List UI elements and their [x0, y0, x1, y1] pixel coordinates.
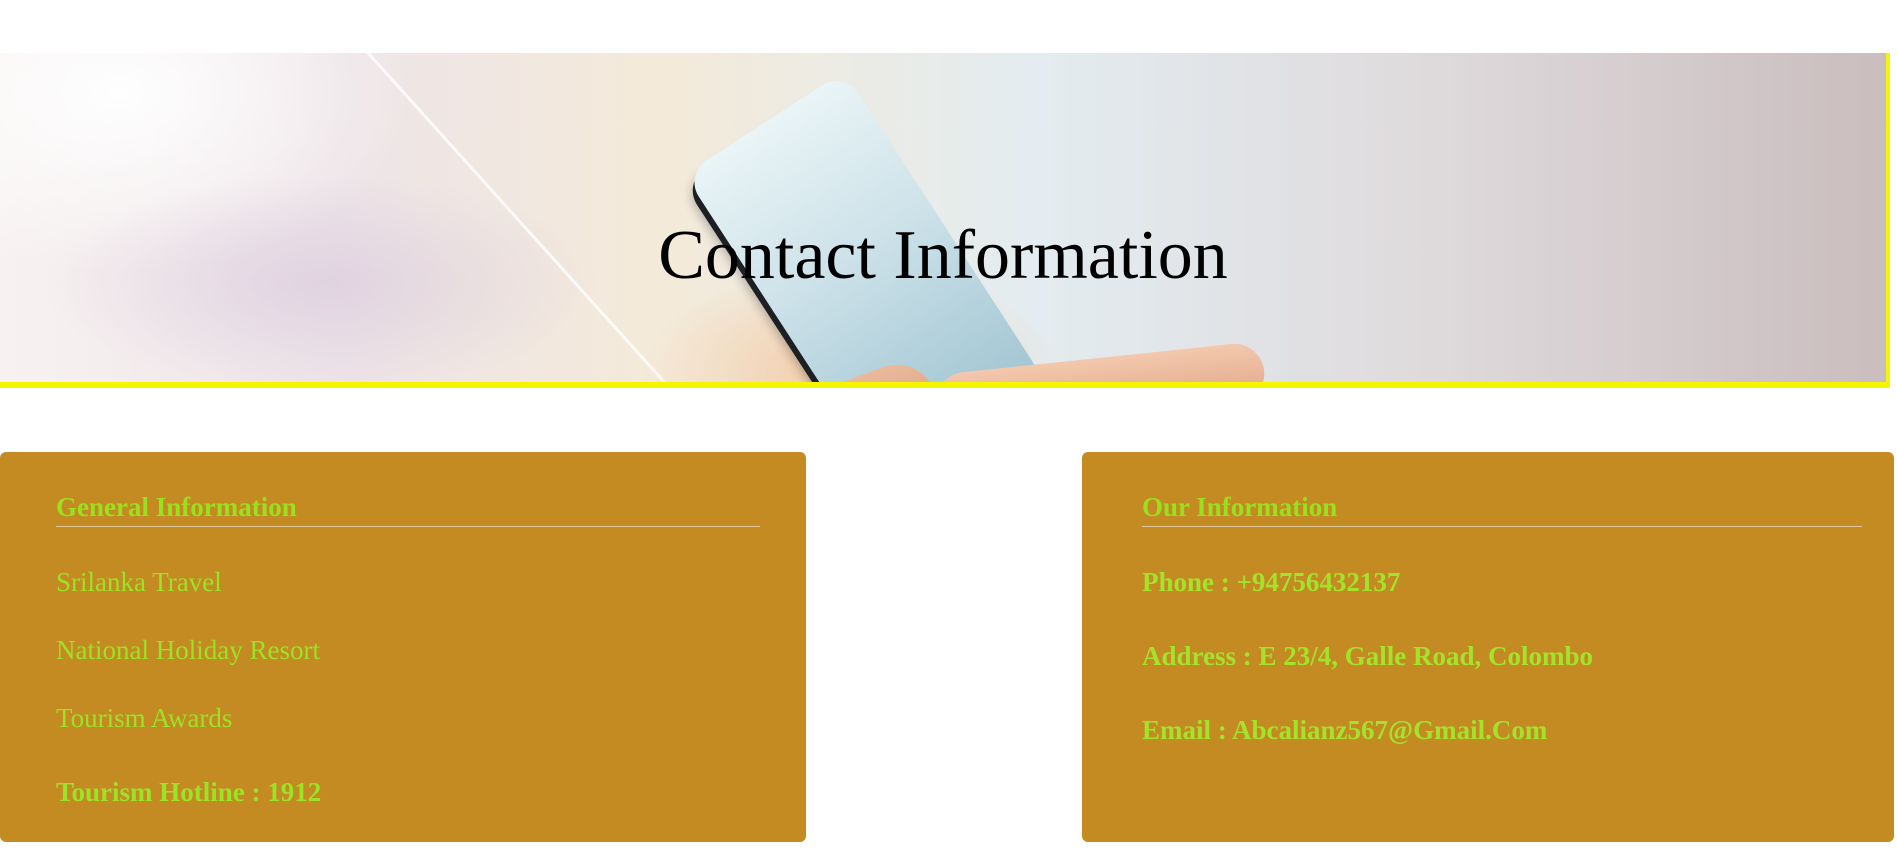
tourism-hotline: Tourism Hotline : 1912	[56, 777, 322, 807]
our-information-heading: Our Information	[1142, 492, 1338, 522]
general-information-heading: General Information	[56, 492, 297, 522]
general-item-srilanka-travel[interactable]: Srilanka Travel	[56, 567, 222, 598]
our-information-card: Our Information Phone : +94756432137 Add…	[1082, 452, 1894, 842]
general-information-card: General Information Srilanka Travel Nati…	[0, 452, 806, 842]
contact-hero-banner: Contact Information	[0, 53, 1890, 388]
general-item-tourism-awards[interactable]: Tourism Awards	[56, 703, 232, 734]
address-info: Address : E 23/4, Galle Road, Colombo	[1142, 641, 1594, 671]
phone-info: Phone : +94756432137	[1142, 567, 1401, 597]
our-heading-divider	[1142, 526, 1862, 527]
general-heading-divider	[56, 526, 760, 527]
page-title: Contact Information	[658, 217, 1228, 294]
general-item-holiday-resort[interactable]: National Holiday Resort	[56, 635, 320, 666]
email-info: Email : Abcalianz567@Gmail.Com	[1142, 715, 1548, 745]
